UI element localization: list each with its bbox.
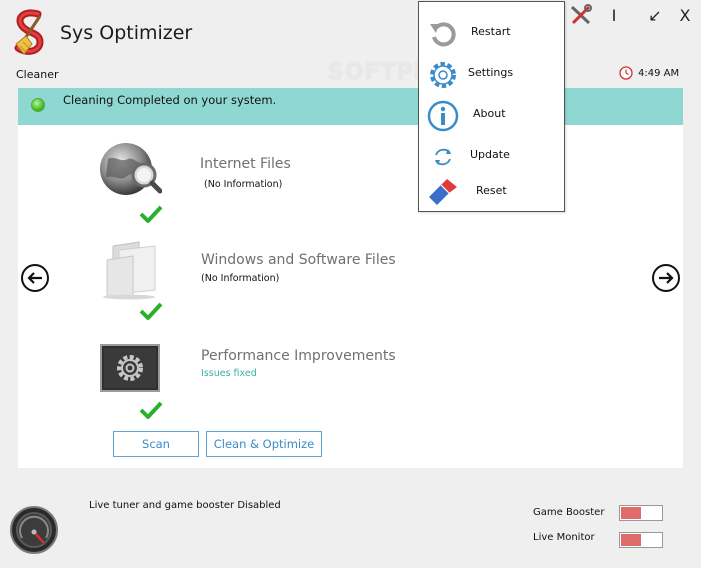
item-subtitle-performance: Issues fixed — [201, 368, 257, 379]
menu-item-reset[interactable]: Reset — [419, 174, 564, 210]
app-title: Sys Optimizer — [60, 22, 193, 44]
clock-time: 4:49 AM — [638, 67, 680, 79]
footer-status-text: Live tuner and game booster Disabled — [89, 500, 281, 511]
restore-button[interactable]: ↙ — [644, 4, 666, 26]
next-arrow-button[interactable] — [652, 264, 680, 292]
menu-label-restart: Restart — [471, 25, 511, 38]
item-subtitle-windows-files: (No Information) — [201, 273, 280, 284]
clean-optimize-button[interactable]: Clean & Optimize — [206, 431, 322, 457]
popup-menu: Restart Settings About Update Reset — [418, 1, 565, 212]
menu-label-reset: Reset — [476, 184, 507, 197]
settings-gear-icon — [430, 62, 456, 88]
menu-label-settings: Settings — [468, 66, 514, 79]
clock: 4:49 AM — [619, 66, 679, 80]
game-booster-toggle-fill — [621, 507, 641, 519]
info-icon — [427, 100, 459, 132]
menu-item-restart[interactable]: Restart — [419, 15, 564, 51]
folder-icon — [103, 241, 156, 300]
minimize-button[interactable]: I — [604, 4, 624, 26]
app-logo-icon — [14, 9, 44, 55]
prev-arrow-button[interactable] — [21, 264, 49, 292]
arrow-right-icon — [659, 272, 674, 284]
tools-icon[interactable] — [568, 4, 594, 26]
clock-icon — [619, 66, 633, 80]
game-booster-toggle[interactable] — [619, 505, 663, 521]
status-ok-icon — [31, 98, 45, 112]
scan-button[interactable]: Scan — [113, 431, 199, 457]
menu-label-update: Update — [470, 148, 510, 161]
check-icon — [139, 302, 163, 320]
arrow-left-icon — [27, 272, 42, 284]
restart-icon — [430, 22, 456, 47]
menu-item-settings[interactable]: Settings — [419, 56, 564, 92]
item-title-performance: Performance Improvements — [201, 348, 396, 364]
live-monitor-toggle[interactable] — [619, 532, 663, 548]
game-booster-label: Game Booster — [533, 507, 605, 518]
menu-item-about[interactable]: About — [419, 97, 564, 133]
gear-monitor-icon — [100, 344, 160, 392]
check-icon — [139, 205, 163, 223]
speedometer-icon[interactable] — [10, 506, 58, 554]
close-button[interactable]: X — [674, 4, 696, 26]
eraser-icon — [429, 179, 457, 205]
item-subtitle-internet-files: (No Information) — [204, 179, 283, 190]
section-label: Cleaner — [16, 68, 59, 81]
status-text: Cleaning Completed on your system. — [63, 93, 277, 107]
menu-label-about: About — [473, 107, 506, 120]
globe-search-icon — [100, 143, 162, 195]
update-icon — [435, 148, 451, 166]
menu-item-update[interactable]: Update — [419, 138, 564, 174]
check-icon — [139, 401, 163, 419]
item-title-windows-files: Windows and Software Files — [201, 252, 396, 268]
live-monitor-toggle-fill — [621, 534, 641, 546]
item-title-internet-files: Internet Files — [200, 156, 291, 172]
live-monitor-label: Live Monitor — [533, 532, 595, 543]
